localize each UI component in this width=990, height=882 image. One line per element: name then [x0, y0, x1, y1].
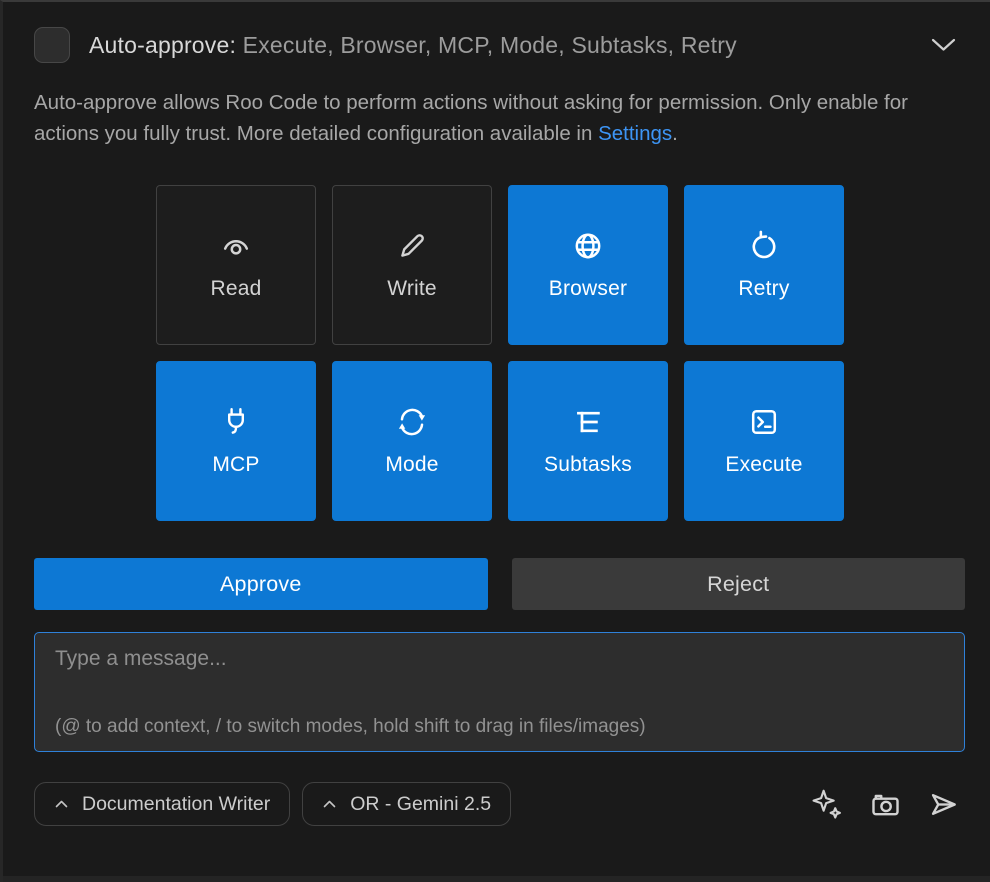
eye-icon [220, 230, 252, 262]
toggle-mode[interactable]: Mode [332, 361, 492, 521]
plug-icon [220, 406, 252, 438]
model-selector[interactable]: OR - Gemini 2.5 [302, 782, 511, 826]
mode-selector-label: Documentation Writer [82, 793, 270, 816]
toggle-write[interactable]: Write [332, 185, 492, 345]
action-buttons: Approve Reject [34, 558, 965, 610]
toggle-retry[interactable]: Retry [684, 185, 844, 345]
message-composer[interactable]: (@ to add context, / to switch modes, ho… [34, 632, 965, 752]
auto-approve-header: Auto-approve: Execute, Browser, MCP, Mod… [34, 27, 965, 63]
auto-approve-description: Auto-approve allows Roo Code to perform … [34, 87, 946, 149]
auto-approve-panel: Auto-approve: Execute, Browser, MCP, Mod… [0, 0, 990, 882]
bottom-divider [3, 876, 990, 882]
toggle-browser[interactable]: Browser [508, 185, 668, 345]
sparkle-icon [812, 789, 843, 820]
camera-icon [870, 789, 901, 820]
composer-hint: (@ to add context, / to switch modes, ho… [55, 716, 646, 738]
auto-approve-label[interactable]: Auto-approve: Execute, Browser, MCP, Mod… [89, 32, 737, 59]
auto-approve-toggle-grid: Read Write Browser [156, 185, 965, 521]
enhance-prompt-button[interactable] [812, 789, 843, 820]
mode-selector[interactable]: Documentation Writer [34, 782, 290, 826]
reject-button[interactable]: Reject [512, 558, 966, 610]
toggle-label: Subtasks [544, 453, 632, 477]
toggle-label: Browser [549, 277, 627, 301]
toggle-label: Execute [725, 453, 802, 477]
description-text: Auto-approve allows Roo Code to perform … [34, 91, 908, 145]
auto-approve-summary: Execute, Browser, MCP, Mode, Subtasks, R… [236, 32, 737, 58]
pencil-icon [396, 230, 428, 262]
description-period: . [672, 122, 678, 145]
send-icon [928, 789, 959, 820]
toggle-mcp[interactable]: MCP [156, 361, 316, 521]
toggle-read[interactable]: Read [156, 185, 316, 345]
sync-icon [396, 406, 428, 438]
toggle-label: Mode [385, 453, 438, 477]
send-button[interactable] [928, 789, 959, 820]
globe-icon [572, 230, 604, 262]
auto-approve-checkbox[interactable] [34, 27, 70, 63]
composer-footer: Documentation Writer OR - Gemini 2.5 [34, 782, 965, 826]
toggle-label: Read [210, 277, 261, 301]
chevron-down-icon[interactable] [930, 37, 957, 53]
chevron-up-icon [322, 799, 337, 809]
approve-button[interactable]: Approve [34, 558, 488, 610]
toggle-label: Retry [738, 277, 789, 301]
list-tree-icon [572, 406, 604, 438]
screenshot-button[interactable] [870, 789, 901, 820]
terminal-icon [748, 406, 780, 438]
refresh-icon [748, 230, 780, 262]
toggle-subtasks[interactable]: Subtasks [508, 361, 668, 521]
toggle-execute[interactable]: Execute [684, 361, 844, 521]
toggle-label: MCP [212, 453, 259, 477]
auto-approve-title: Auto-approve: [89, 32, 236, 58]
toggle-label: Write [387, 277, 437, 301]
chevron-up-icon [54, 799, 69, 809]
model-selector-label: OR - Gemini 2.5 [350, 793, 491, 816]
settings-link[interactable]: Settings [598, 122, 672, 145]
message-input[interactable] [55, 647, 944, 705]
